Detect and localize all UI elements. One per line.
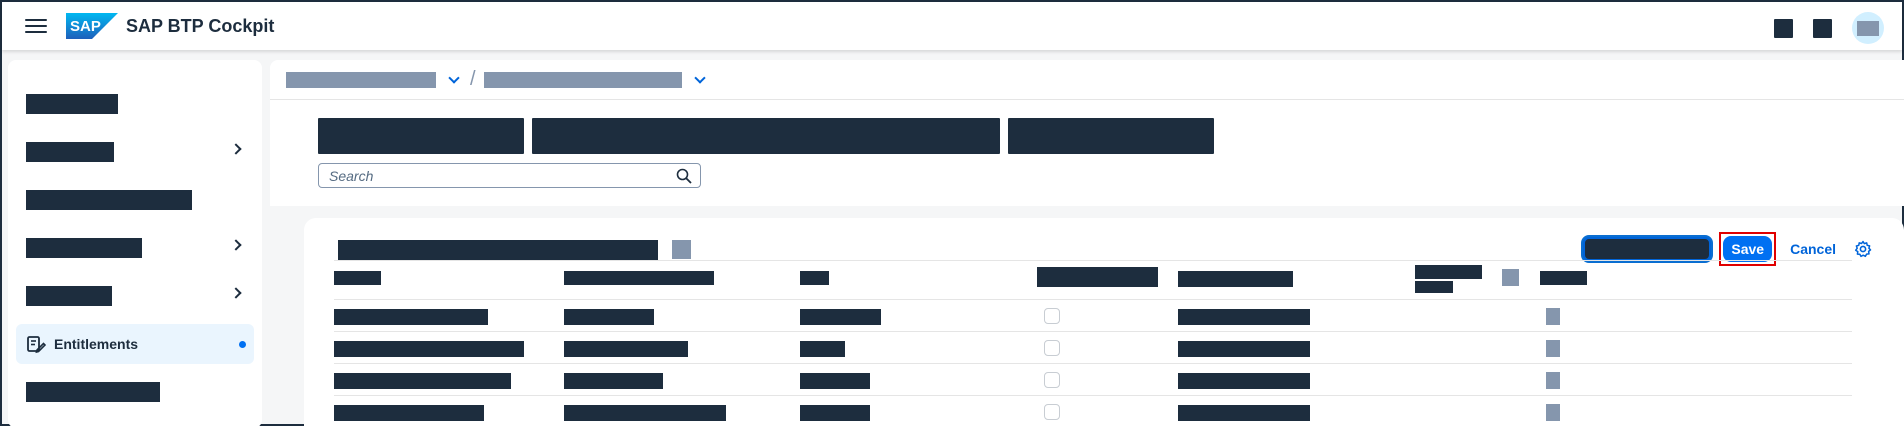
- panel-title: [338, 240, 658, 260]
- page-title-part-2: [532, 118, 1000, 154]
- column-header-3: [800, 271, 829, 285]
- table-cell: [334, 405, 484, 421]
- page-title-part-3: [1008, 118, 1214, 154]
- chevron-down-icon[interactable]: [448, 71, 460, 84]
- page-title: [318, 118, 1214, 154]
- sidebar-item-label: [26, 238, 142, 258]
- row-checkbox[interactable]: [1044, 340, 1060, 356]
- page-header: /: [270, 60, 1904, 206]
- table-row[interactable]: [334, 300, 1852, 332]
- notification-icon[interactable]: [1774, 18, 1793, 38]
- row-action-icon[interactable]: [1546, 340, 1560, 357]
- sidebar-item-3[interactable]: [16, 180, 254, 220]
- sidebar-item-label: [26, 190, 192, 210]
- sidebar-item-label: [26, 382, 160, 402]
- table-cell: [564, 309, 654, 325]
- table-cell: [564, 373, 663, 389]
- table-cell: [800, 373, 870, 389]
- sidebar-item-1[interactable]: [16, 84, 254, 124]
- toolbar-action-button[interactable]: [1583, 237, 1712, 261]
- table-cell: [564, 341, 688, 357]
- entitlements-icon: [27, 336, 46, 354]
- table-cell: [800, 341, 845, 357]
- sidebar-item-4[interactable]: [16, 228, 254, 268]
- sidebar-item-label: [26, 286, 112, 306]
- table-cell: [334, 373, 511, 389]
- help-icon[interactable]: [1813, 18, 1832, 38]
- sidebar-item-7[interactable]: [16, 372, 254, 412]
- table-cell: [1178, 405, 1310, 421]
- row-checkbox[interactable]: [1044, 308, 1060, 324]
- table-row[interactable]: [334, 396, 1852, 426]
- avatar-image: [1857, 20, 1879, 36]
- search-input[interactable]: [329, 167, 659, 184]
- search-field[interactable]: [318, 163, 701, 188]
- table-cell: [334, 341, 524, 357]
- shell-actions: [1774, 12, 1884, 44]
- breadcrumb-separator: /: [470, 68, 476, 90]
- row-action-icon[interactable]: [1546, 404, 1560, 421]
- column-header-6a: [1415, 265, 1482, 279]
- row-checkbox[interactable]: [1044, 372, 1060, 388]
- entitlements-panel: Save Cancel: [304, 218, 1904, 426]
- table-cell: [1178, 309, 1310, 325]
- sidebar-item-label: [26, 142, 114, 162]
- column-header-5: [1178, 271, 1293, 287]
- table-cell: [1178, 341, 1310, 357]
- menu-icon[interactable]: [24, 16, 48, 36]
- column-header-6b: [1415, 281, 1453, 293]
- row-action-icon[interactable]: [1546, 308, 1560, 325]
- sidebar-item-label: [26, 94, 118, 114]
- chevron-down-icon[interactable]: [693, 71, 706, 84]
- chevron-right-icon: [230, 143, 242, 155]
- breadcrumb-item-1[interactable]: [286, 71, 470, 88]
- search-icon[interactable]: [676, 168, 692, 184]
- user-avatar[interactable]: [1852, 12, 1884, 44]
- gear-icon[interactable]: [1854, 240, 1872, 258]
- table-cell: [800, 405, 870, 421]
- cancel-button[interactable]: Cancel: [1782, 241, 1844, 257]
- row-checkbox[interactable]: [1044, 404, 1060, 420]
- table-cell: [564, 405, 726, 421]
- sidebar-item-entitlements[interactable]: Entitlements: [16, 324, 254, 364]
- side-navigation: Entitlements: [8, 60, 262, 426]
- selected-indicator: [239, 341, 246, 348]
- column-header-2: [564, 271, 714, 285]
- chevron-right-icon: [230, 239, 242, 251]
- table-row[interactable]: [334, 332, 1852, 364]
- table-header: [334, 260, 1852, 300]
- sidebar-item-label: Entitlements: [54, 336, 139, 352]
- table-cell: [1178, 373, 1310, 389]
- breadcrumb-item-2[interactable]: [483, 71, 716, 88]
- sap-logo-text: SAP: [70, 18, 101, 35]
- app-title: SAP BTP Cockpit: [126, 15, 275, 36]
- main-content: / Save Cancel: [270, 60, 1904, 426]
- page-title-part-1: [318, 118, 524, 154]
- column-header-icon: [1502, 269, 1519, 286]
- row-action-icon[interactable]: [1546, 372, 1560, 389]
- shell-bar: SAP SAP BTP Cockpit: [2, 2, 1902, 50]
- info-icon[interactable]: [672, 240, 691, 259]
- sidebar-item-5[interactable]: [16, 276, 254, 316]
- save-button[interactable]: Save: [1723, 236, 1773, 262]
- sidebar-item-2[interactable]: [16, 132, 254, 172]
- breadcrumb: /: [270, 60, 1904, 100]
- column-header-7: [1540, 271, 1587, 285]
- table-cell: [800, 309, 881, 325]
- chevron-right-icon: [230, 287, 242, 299]
- column-header-1: [334, 271, 381, 285]
- table-cell: [334, 309, 488, 325]
- breadcrumb-label: [483, 71, 682, 88]
- breadcrumb-label: [286, 71, 436, 88]
- column-header-4: [1037, 267, 1158, 287]
- table-row[interactable]: [334, 364, 1852, 396]
- sap-logo[interactable]: SAP: [66, 13, 118, 39]
